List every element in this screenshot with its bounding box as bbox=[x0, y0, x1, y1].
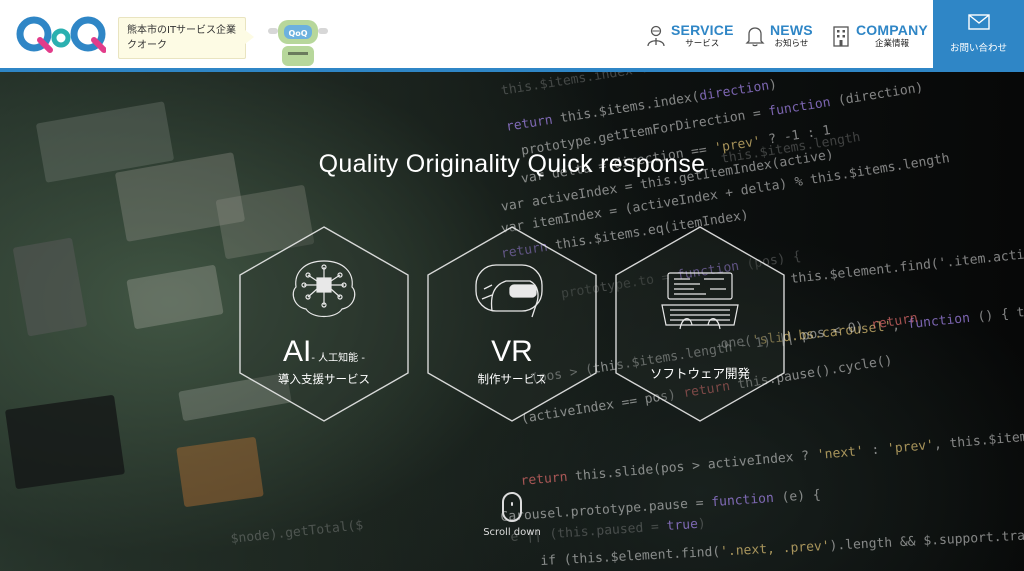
nav-news[interactable]: NEWS お知らせ bbox=[744, 20, 813, 52]
service-vr-title: VR bbox=[426, 335, 598, 369]
logo[interactable] bbox=[16, 14, 107, 54]
bubble-line-2: クオーク bbox=[127, 40, 167, 51]
service-ai-big: AI bbox=[283, 335, 312, 368]
contact-button[interactable]: お問い合わせ bbox=[933, 0, 1024, 68]
nav-company-sub: 企業情報 bbox=[874, 38, 909, 49]
robot-mascot: QoQ bbox=[262, 16, 334, 68]
nav-news-sub: お知らせ bbox=[774, 38, 809, 49]
service-vr[interactable]: VR 制作サービス bbox=[426, 225, 598, 423]
ai-brain-icon bbox=[284, 255, 364, 325]
service-ai[interactable]: AI- 人工知能 - 導入支援サービス bbox=[238, 225, 410, 423]
service-vr-sub: 制作サービス bbox=[477, 372, 547, 386]
nav-company[interactable]: COMPANY 企業情報 bbox=[830, 20, 928, 52]
service-ai-title: AI- 人工知能 - bbox=[238, 335, 410, 369]
scroll-down[interactable]: Scroll down bbox=[470, 492, 554, 538]
person-icon bbox=[645, 23, 667, 49]
site-header: 熊本市のITサービス企業 クオーク QoQ SERVICE サービス NEWS … bbox=[0, 0, 1024, 68]
service-vr-big: VR bbox=[491, 335, 533, 368]
bell-icon bbox=[744, 23, 766, 49]
software-dev-icon bbox=[660, 269, 740, 339]
nav-news-label: NEWS bbox=[770, 21, 813, 38]
bg-code: return this.slide(pos > activeIndex ? 'n… bbox=[520, 422, 1024, 489]
vr-headset-icon bbox=[472, 255, 552, 325]
nav-service-label: SERVICE bbox=[671, 21, 734, 38]
board-chip bbox=[12, 237, 88, 337]
board-chip bbox=[126, 264, 224, 330]
mail-icon bbox=[967, 14, 990, 34]
service-software-sub: ソフトウェア開発 bbox=[649, 366, 750, 381]
contact-label: お問い合わせ bbox=[949, 43, 1007, 54]
nav-service-sub: サービス bbox=[685, 38, 720, 49]
tagline-bubble: 熊本市のITサービス企業 クオーク bbox=[118, 17, 254, 59]
board-chip bbox=[176, 436, 264, 508]
building-icon bbox=[830, 23, 852, 49]
mouse-icon bbox=[502, 492, 522, 522]
robot-badge-text: QoQ bbox=[288, 29, 307, 38]
scroll-down-label: Scroll down bbox=[483, 527, 541, 538]
service-ai-inline: - 人工知能 - bbox=[311, 353, 365, 364]
bg-code: $node).getTotal($ bbox=[230, 518, 364, 547]
bubble-line-1: 熊本市のITサービス企業 bbox=[127, 25, 237, 36]
service-ai-sub: 導入支援サービス bbox=[278, 372, 370, 386]
nav-service[interactable]: SERVICE サービス bbox=[645, 20, 734, 52]
service-software[interactable]: ソフトウェア開発 bbox=[614, 225, 786, 423]
bg-code: this.$element.find('.item.active')) bbox=[790, 243, 1024, 287]
hero-tagline: Quality Originality Quick response bbox=[318, 150, 706, 178]
nav-company-label: COMPANY bbox=[856, 21, 928, 38]
board-chip bbox=[4, 394, 126, 490]
